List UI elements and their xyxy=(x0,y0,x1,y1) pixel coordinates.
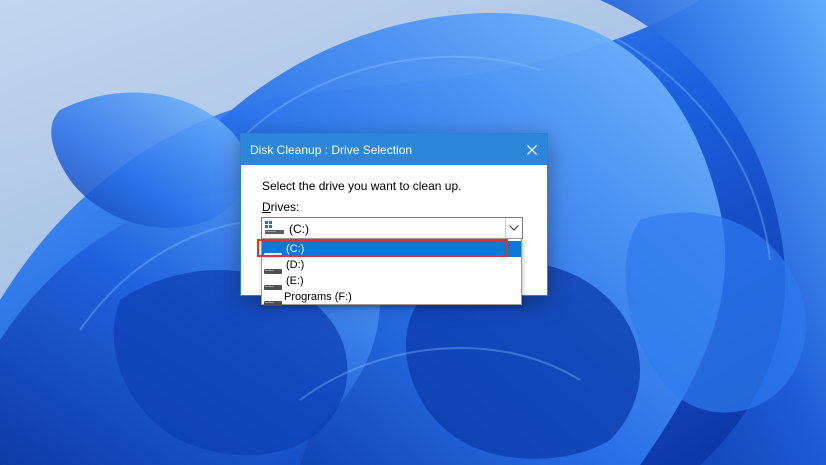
close-icon xyxy=(527,144,537,155)
close-button[interactable] xyxy=(517,134,547,165)
dropdown-item-c-drive[interactable]: (C:) xyxy=(262,241,521,258)
dropdown-item-e-drive[interactable]: (E:) xyxy=(262,273,521,290)
title-bar[interactable]: Disk Cleanup : Drive Selection xyxy=(241,134,547,165)
chevron-down-icon xyxy=(509,225,519,231)
drives-label: Drives: xyxy=(262,200,299,214)
dropdown-item-label: Programs (F:) xyxy=(284,291,352,303)
drives-combobox[interactable]: (C:) xyxy=(261,217,523,239)
drive-icon xyxy=(264,294,284,312)
drives-dropdown-list: (C:) (D:) (E:) Programs (F:) xyxy=(261,238,522,306)
dropdown-toggle-button[interactable] xyxy=(505,218,522,238)
instruction-text: Select the drive you want to clean up. xyxy=(262,179,462,193)
dropdown-item-label: (C:) xyxy=(286,243,305,255)
dropdown-item-f-drive[interactable]: Programs (F:) xyxy=(262,289,521,306)
combobox-selected-value: (C:) xyxy=(289,222,309,236)
dropdown-item-d-drive[interactable]: (D:) xyxy=(262,257,521,274)
window-title: Disk Cleanup : Drive Selection xyxy=(250,143,413,157)
drives-label-accelerator: D xyxy=(262,200,271,214)
dropdown-item-label: (D:) xyxy=(286,259,305,271)
drives-label-rest: rives: xyxy=(270,200,300,214)
dropdown-item-label: (E:) xyxy=(286,275,304,287)
